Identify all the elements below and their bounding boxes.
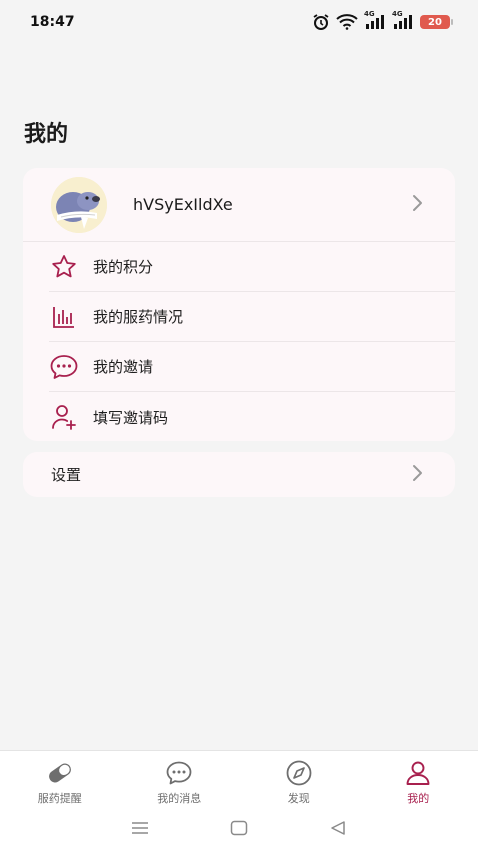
chevron-right-icon	[411, 193, 425, 217]
signal-icon-1: 4G	[364, 10, 386, 30]
chat-bubble-icon	[49, 352, 79, 382]
status-icons: 4G 4G 20	[312, 10, 453, 31]
tab-label: 我的	[407, 792, 430, 805]
profile-card: hVSyExIldXe 我的积分 我的服药情况 我的邀请 填写邀请码	[23, 168, 455, 441]
bottom-nav: 服药提醒 我的消息 发现 我的	[0, 750, 478, 810]
pill-icon	[46, 759, 74, 787]
profile-row[interactable]: hVSyExIldXe	[23, 168, 455, 242]
back-icon[interactable]	[328, 819, 348, 841]
menu-item-label: 填写邀请码	[93, 408, 169, 427]
page-title: 我的	[24, 122, 69, 147]
status-time: 18:47	[30, 14, 75, 30]
tab-my-messages[interactable]: 我的消息	[120, 751, 240, 810]
tab-mine[interactable]: 我的	[359, 751, 478, 810]
menu-item-label: 我的积分	[93, 258, 154, 276]
tab-label: 服药提醒	[37, 792, 82, 805]
tab-discover[interactable]: 发现	[239, 751, 359, 810]
network-label-2: 4G	[392, 10, 403, 18]
username: hVSyExIldXe	[133, 195, 233, 214]
menu-icon[interactable]	[130, 820, 150, 840]
avatar	[51, 176, 107, 233]
star-icon	[49, 252, 79, 282]
message-icon	[165, 759, 193, 787]
chevron-right-icon	[411, 463, 425, 487]
menu-item-enter-invite-code[interactable]: 填写邀请码	[49, 392, 455, 442]
signal-icon-2: 4G	[392, 10, 414, 30]
tab-label: 发现	[287, 792, 310, 805]
system-nav-bar	[0, 810, 478, 850]
home-icon[interactable]	[229, 819, 249, 841]
settings-row[interactable]: 设置	[23, 452, 455, 497]
network-label-1: 4G	[364, 10, 375, 18]
wifi-icon	[336, 14, 358, 30]
menu-item-label: 我的服药情况	[93, 308, 184, 326]
tab-label: 我的消息	[157, 792, 202, 805]
battery-icon: 20	[420, 15, 453, 29]
menu-item-label: 我的邀请	[93, 358, 154, 376]
add-user-icon	[49, 402, 79, 432]
tab-medication-reminder[interactable]: 服药提醒	[0, 751, 120, 810]
menu-item-invitations[interactable]: 我的邀请	[49, 342, 455, 392]
person-icon	[404, 759, 432, 787]
bar-chart-icon	[49, 302, 79, 332]
compass-icon	[285, 759, 313, 787]
status-bar: 18:47 4G 4G 20	[0, 0, 478, 44]
settings-label: 设置	[51, 466, 82, 484]
menu-item-points[interactable]: 我的积分	[49, 242, 455, 292]
menu-item-medication-status[interactable]: 我的服药情况	[49, 292, 455, 342]
alarm-icon	[312, 13, 330, 31]
